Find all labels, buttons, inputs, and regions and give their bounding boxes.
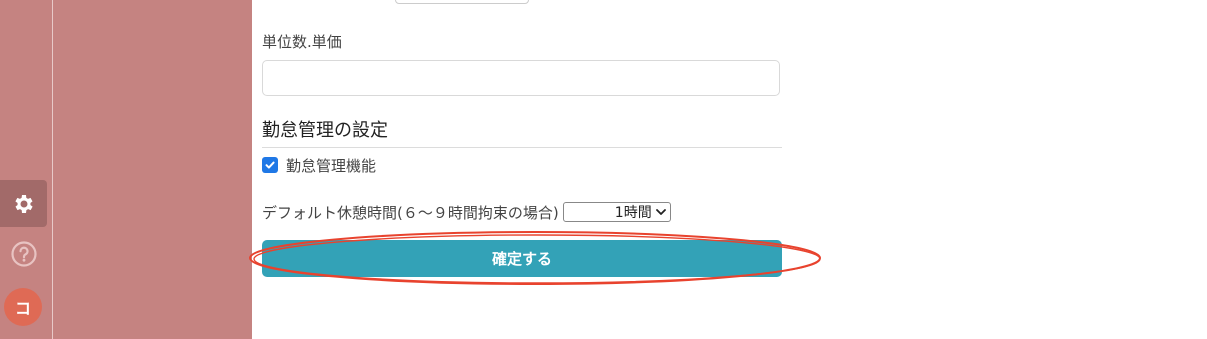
sidebar-panel [53,0,252,339]
chevron-down-icon [655,209,666,215]
confirm-button[interactable]: 確定する [262,240,782,277]
user-avatar[interactable]: コ [4,288,42,326]
settings-button[interactable] [0,180,47,227]
default-break-select[interactable]: 1時間 [562,202,671,222]
section-divider [262,147,782,148]
default-break-row: デフォルト休憩時間(６〜９時間拘束の場合) 1時間 [262,201,671,223]
unit-price-input[interactable] [262,60,780,96]
avatar-initial: コ [14,299,31,318]
attendance-feature-label: 勤怠管理機能 [286,156,377,175]
settings-form: 単位数.単価 勤怠管理の設定 勤怠管理機能 デフォルト休憩時間(６〜９時間拘束の… [262,0,822,339]
help-button[interactable] [0,230,47,277]
attendance-feature-checkbox[interactable] [262,157,278,173]
default-break-label: デフォルト休憩時間(６〜９時間拘束の場合) [262,203,559,222]
previous-field-bottom[interactable] [395,0,529,4]
gear-icon [14,194,33,213]
help-icon [10,240,37,267]
default-break-value: 1時間 [614,205,652,221]
attendance-feature-option[interactable]: 勤怠管理機能 [262,154,376,176]
unit-price-label: 単位数.単価 [262,33,342,51]
attendance-section-title: 勤怠管理の設定 [262,120,388,141]
icon-rail: コ [0,0,53,339]
check-icon [265,161,275,169]
